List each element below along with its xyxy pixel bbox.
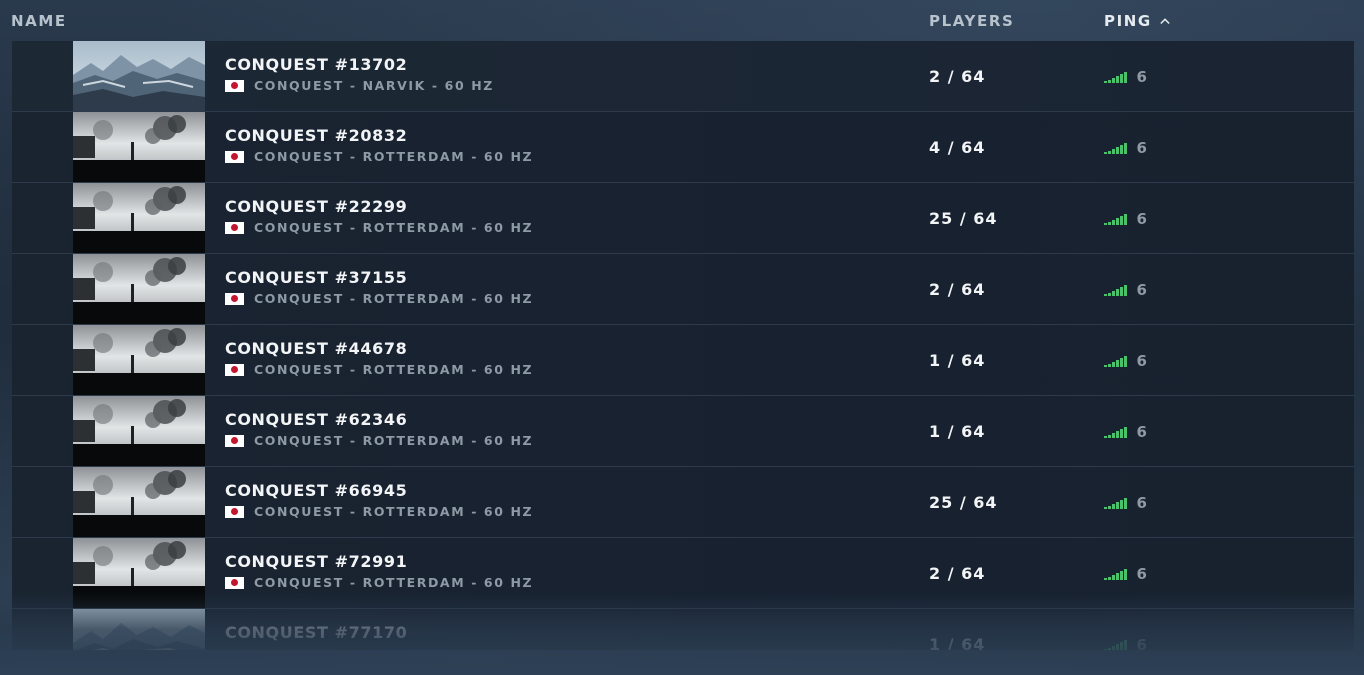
server-mode-map: CONQUEST - ROTTERDAM - 60 HZ (254, 504, 534, 519)
signal-strength-icon (1104, 214, 1127, 225)
server-list-header: NAME PLAYERS PING (0, 0, 1364, 40)
server-row[interactable]: CONQUEST #77170 1 / 64 6 (12, 609, 1354, 650)
ping-value: 6 (1136, 494, 1147, 512)
server-title: CONQUEST #22299 (225, 197, 408, 216)
ping-value: 6 (1136, 139, 1147, 157)
server-ping: 6 (1104, 68, 1147, 86)
server-row[interactable]: CONQUEST #37155 CONQUEST - ROTTERDAM - 60… (12, 254, 1354, 325)
signal-strength-icon (1104, 285, 1127, 296)
server-title: CONQUEST #72991 (225, 552, 408, 571)
server-details: CONQUEST - ROTTERDAM - 60 HZ (225, 575, 533, 590)
server-mode-map: CONQUEST - ROTTERDAM - 60 HZ (254, 149, 534, 164)
ping-value: 6 (1136, 636, 1147, 650)
server-ping: 6 (1104, 636, 1147, 650)
server-mode-map: CONQUEST - NARVIK - 60 HZ (254, 78, 494, 93)
map-thumbnail-rotterdam (73, 325, 205, 395)
server-details: CONQUEST - ROTTERDAM - 60 HZ (225, 504, 533, 519)
japan-flag-icon (225, 505, 244, 518)
server-row[interactable]: CONQUEST #62346 CONQUEST - ROTTERDAM - 60… (12, 396, 1354, 467)
server-details: CONQUEST - ROTTERDAM - 60 HZ (225, 362, 533, 377)
signal-strength-icon (1104, 356, 1127, 367)
player-count: 4 / 64 (929, 138, 986, 157)
player-count: 1 / 64 (929, 351, 986, 370)
server-title: CONQUEST #20832 (225, 126, 408, 145)
server-title: CONQUEST #44678 (225, 339, 408, 358)
server-details: CONQUEST - NARVIK - 60 HZ (225, 78, 494, 93)
server-title: CONQUEST #13702 (225, 55, 408, 74)
ping-value: 6 (1136, 210, 1147, 228)
map-thumbnail-narvik (73, 41, 205, 111)
column-header-players[interactable]: PLAYERS (929, 12, 1014, 30)
server-mode-map: CONQUEST - ROTTERDAM - 60 HZ (254, 220, 534, 235)
player-count: 2 / 64 (929, 564, 986, 583)
server-ping: 6 (1104, 565, 1147, 583)
ping-value: 6 (1136, 68, 1147, 86)
column-header-name[interactable]: NAME (11, 12, 67, 30)
chevron-up-icon (1160, 18, 1170, 25)
server-title: CONQUEST #62346 (225, 410, 408, 429)
map-thumbnail-rotterdam (73, 467, 205, 537)
signal-strength-icon (1104, 640, 1127, 650)
signal-strength-icon (1104, 569, 1127, 580)
japan-flag-icon (225, 150, 244, 163)
japan-flag-icon (225, 292, 244, 305)
japan-flag-icon (225, 79, 244, 92)
map-thumbnail-rotterdam (73, 396, 205, 466)
server-ping: 6 (1104, 210, 1147, 228)
server-title: CONQUEST #66945 (225, 481, 408, 500)
server-details: CONQUEST - ROTTERDAM - 60 HZ (225, 291, 533, 306)
server-mode-map: CONQUEST - ROTTERDAM - 60 HZ (254, 575, 534, 590)
map-thumbnail-rotterdam (73, 183, 205, 253)
column-header-ping[interactable]: PING (1104, 12, 1170, 30)
server-ping: 6 (1104, 494, 1147, 512)
server-ping: 6 (1104, 352, 1147, 370)
player-count: 1 / 64 (929, 422, 986, 441)
server-row[interactable]: CONQUEST #66945 CONQUEST - ROTTERDAM - 60… (12, 467, 1354, 538)
column-header-ping-label: PING (1104, 12, 1152, 30)
server-row[interactable]: CONQUEST #13702 CONQUEST - NARVIK - 60 HZ… (12, 41, 1354, 112)
map-thumbnail-narvik (73, 609, 205, 650)
map-thumbnail-rotterdam (73, 254, 205, 324)
signal-strength-icon (1104, 143, 1127, 154)
server-mode-map: CONQUEST - ROTTERDAM - 60 HZ (254, 433, 534, 448)
japan-flag-icon (225, 434, 244, 447)
server-details: CONQUEST - ROTTERDAM - 60 HZ (225, 149, 533, 164)
map-thumbnail-rotterdam (73, 112, 205, 182)
japan-flag-icon (225, 576, 244, 589)
server-ping: 6 (1104, 281, 1147, 299)
japan-flag-icon (225, 363, 244, 376)
player-count: 2 / 64 (929, 280, 986, 299)
player-count: 25 / 64 (929, 493, 998, 512)
server-title: CONQUEST #37155 (225, 268, 408, 287)
server-row[interactable]: CONQUEST #72991 CONQUEST - ROTTERDAM - 60… (12, 538, 1354, 609)
signal-strength-icon (1104, 72, 1127, 83)
player-count: 2 / 64 (929, 67, 986, 86)
server-ping: 6 (1104, 423, 1147, 441)
player-count: 25 / 64 (929, 209, 998, 228)
server-mode-map: CONQUEST - ROTTERDAM - 60 HZ (254, 291, 534, 306)
server-row[interactable]: CONQUEST #22299 CONQUEST - ROTTERDAM - 60… (12, 183, 1354, 254)
ping-value: 6 (1136, 565, 1147, 583)
japan-flag-icon (225, 221, 244, 234)
ping-value: 6 (1136, 352, 1147, 370)
server-row[interactable]: CONQUEST #20832 CONQUEST - ROTTERDAM - 60… (12, 112, 1354, 183)
server-details: CONQUEST - ROTTERDAM - 60 HZ (225, 433, 533, 448)
server-details: CONQUEST - ROTTERDAM - 60 HZ (225, 220, 533, 235)
server-title: CONQUEST #77170 (225, 623, 408, 642)
server-row[interactable]: CONQUEST #44678 CONQUEST - ROTTERDAM - 60… (12, 325, 1354, 396)
player-count: 1 / 64 (929, 635, 986, 650)
ping-value: 6 (1136, 423, 1147, 441)
signal-strength-icon (1104, 427, 1127, 438)
signal-strength-icon (1104, 498, 1127, 509)
map-thumbnail-rotterdam (73, 538, 205, 608)
server-ping: 6 (1104, 139, 1147, 157)
ping-value: 6 (1136, 281, 1147, 299)
server-mode-map: CONQUEST - ROTTERDAM - 60 HZ (254, 362, 534, 377)
server-list[interactable]: CONQUEST #13702 CONQUEST - NARVIK - 60 HZ… (12, 41, 1354, 650)
